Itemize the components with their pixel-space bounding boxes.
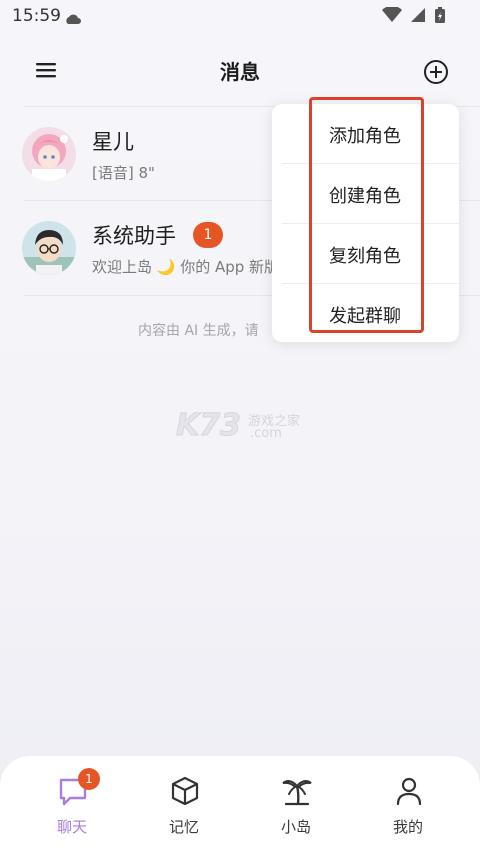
palm-tree-icon bbox=[280, 774, 314, 808]
add-button[interactable] bbox=[420, 56, 452, 88]
chat-name: 系统助手 bbox=[92, 224, 176, 248]
cloud-icon bbox=[64, 10, 82, 29]
nav-badge: 1 bbox=[78, 768, 100, 790]
header: 消息 bbox=[0, 40, 480, 100]
watermark-text-en: .com bbox=[250, 426, 282, 441]
nav-label: 聊天 bbox=[56, 818, 87, 836]
unread-badge: 1 bbox=[193, 222, 223, 248]
nav-label: 小岛 bbox=[280, 818, 311, 836]
cube-icon bbox=[168, 774, 202, 808]
wifi-icon bbox=[382, 5, 402, 27]
avatar bbox=[22, 127, 76, 181]
watermark: K73 游戏之家 .com bbox=[176, 408, 306, 444]
nav-label: 记忆 bbox=[168, 818, 199, 836]
anime-girl-avatar-icon bbox=[22, 127, 76, 181]
nav-label: 我的 bbox=[392, 818, 423, 836]
annotation-highlight-box bbox=[309, 97, 424, 333]
nav-item-memory[interactable]: 记忆 bbox=[144, 756, 224, 854]
nav-item-island[interactable]: 小岛 bbox=[256, 756, 336, 854]
bottom-nav: 1 聊天 记忆 小岛 我的 bbox=[0, 756, 480, 854]
watermark-logo: K73 bbox=[176, 408, 242, 444]
ai-disclaimer: 内容由 AI 生成，请 bbox=[138, 323, 259, 339]
plus-circle-icon bbox=[424, 60, 448, 84]
nav-item-me[interactable]: 我的 bbox=[368, 756, 448, 854]
glasses-boy-avatar-icon bbox=[22, 221, 76, 275]
signal-icon bbox=[410, 7, 426, 27]
status-time: 15:59 bbox=[12, 6, 61, 26]
page-title: 消息 bbox=[220, 60, 260, 84]
avatar bbox=[22, 221, 76, 275]
battery-icon bbox=[434, 6, 446, 28]
chat-name: 星儿 bbox=[92, 130, 134, 154]
person-icon bbox=[392, 774, 426, 808]
status-bar: 15:59 bbox=[0, 0, 480, 34]
chat-preview: [语音] 8" bbox=[92, 164, 155, 182]
chat-preview: 欢迎上岛 🌙 你的 App 新版 bbox=[92, 258, 280, 276]
status-icons bbox=[382, 5, 446, 28]
nav-item-chat[interactable]: 1 聊天 bbox=[32, 756, 112, 854]
